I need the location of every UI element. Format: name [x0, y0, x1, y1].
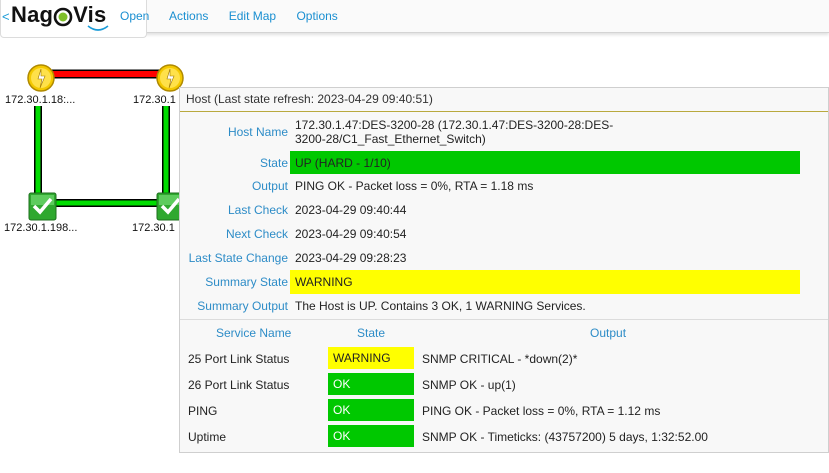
- host-name-row: Host Name 172.30.1.47:DES-3200-28 (172.3…: [180, 118, 829, 148]
- service-state-badge: OK: [328, 399, 414, 421]
- last-state-change-label: Last State Change: [188, 251, 288, 265]
- service-state-header: State: [357, 326, 386, 340]
- summary-state-bar: [290, 270, 800, 294]
- service-output: SNMP OK - up(1): [422, 378, 516, 392]
- service-output: SNMP OK - Timeticks: (43757200) 5 days, …: [422, 430, 708, 444]
- service-name: PING: [188, 404, 218, 418]
- summary-state-label: Summary State: [205, 275, 288, 289]
- node-4-label[interactable]: 172.30.1: [132, 222, 175, 234]
- summary-state-value: WARNING: [295, 275, 353, 289]
- summary-output-value: The Host is UP. Contains 3 OK, 1 WARNING…: [295, 299, 586, 313]
- service-state-badge: WARNING: [328, 347, 414, 369]
- service-name: 25 Port Link Status: [188, 352, 290, 366]
- service-name-header: Service Name: [216, 326, 292, 340]
- node-2-label[interactable]: 172.30.1: [133, 94, 176, 106]
- summary-output-label: Summary Output: [197, 299, 288, 313]
- service-output: SNMP CRITICAL - *down(2)*: [422, 352, 578, 366]
- menu-edit-map[interactable]: Edit Map: [229, 9, 276, 23]
- service-state-badge: OK: [328, 373, 414, 395]
- node-1-warning-icon[interactable]: [27, 64, 55, 92]
- state-label: State: [259, 156, 288, 170]
- node-1-label[interactable]: 172.30.1.18:...: [5, 94, 75, 106]
- host-name-label: Host Name: [227, 125, 288, 139]
- host-hover-panel: Host (Last state refresh: 2023-04-29 09:…: [179, 87, 829, 453]
- services-divider: [180, 319, 828, 320]
- summary-state-row: Summary State WARNING: [180, 270, 829, 295]
- service-name: Uptime: [188, 430, 227, 444]
- service-name: 26 Port Link Status: [188, 378, 290, 392]
- next-check-value: 2023-04-29 09:40:54: [295, 227, 407, 241]
- last-check-value: 2023-04-29 09:40:44: [295, 203, 407, 217]
- next-check-label: Next Check: [225, 227, 288, 241]
- last-check-label: Last Check: [227, 203, 288, 217]
- menu-options[interactable]: Options: [296, 9, 337, 23]
- host-name-value-line1: 172.30.1.47:DES-3200-28 (172.30.1.47:DES…: [295, 118, 614, 132]
- service-state-badge: OK: [328, 425, 414, 447]
- panel-title: Host (Last state refresh: 2023-04-29 09:…: [180, 88, 828, 112]
- state-row: State UP (HARD - 1/10): [180, 151, 829, 175]
- state-value: UP (HARD - 1/10): [295, 156, 391, 170]
- output-label: Output: [251, 179, 288, 193]
- node-3-ok-icon[interactable]: [28, 192, 57, 221]
- last-state-change-value: 2023-04-29 09:28:23: [295, 251, 407, 265]
- network-map: [27, 64, 185, 221]
- service-output-header: Output: [590, 326, 627, 340]
- output-value: PING OK - Packet loss = 0%, RTA = 1.18 m…: [295, 179, 534, 193]
- service-output: PING OK - Packet loss = 0%, RTA = 1.12 m…: [422, 404, 661, 418]
- node-3-label[interactable]: 172.30.1.198...: [4, 222, 77, 234]
- host-name-value-line2: 3200-28/C1_Fast_Ethernet_Switch): [295, 132, 486, 146]
